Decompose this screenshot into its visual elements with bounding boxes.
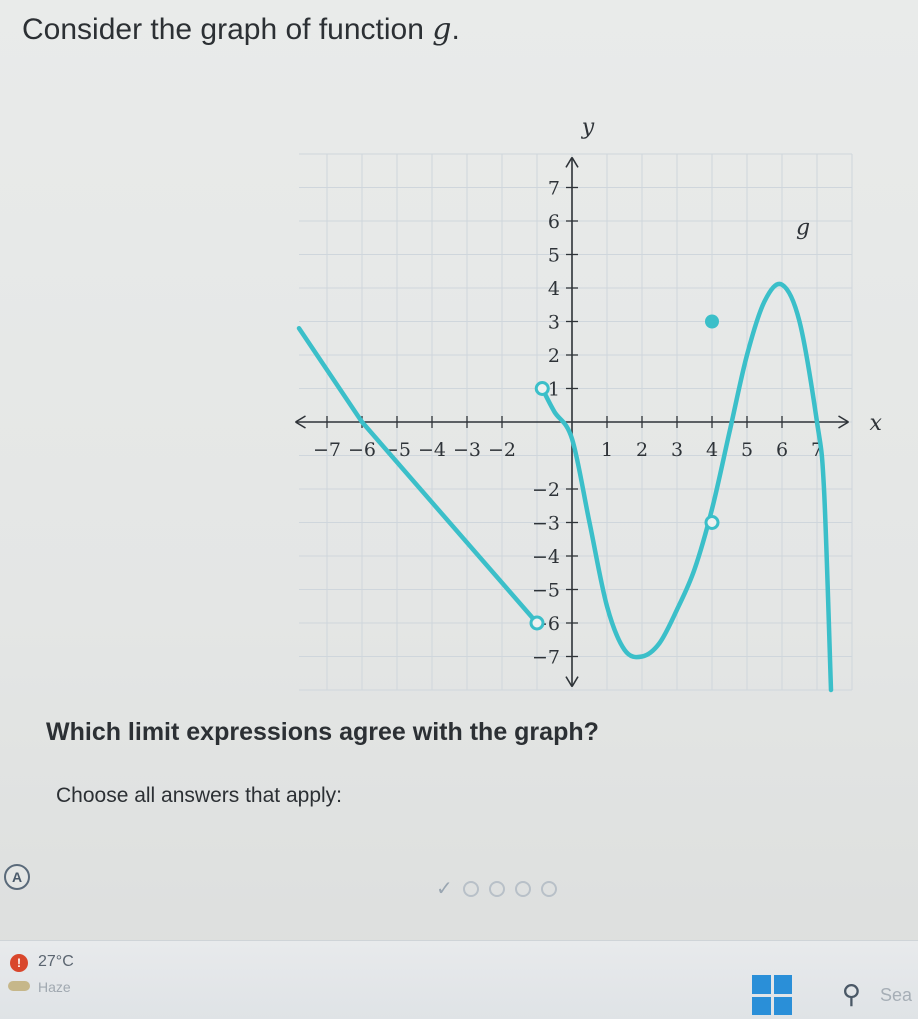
y-tick-label: 2 (548, 345, 560, 367)
weather-alert-icon[interactable]: ! (10, 954, 28, 972)
windows-start-icon[interactable] (752, 975, 792, 1015)
x-tick-label: 1 (601, 439, 613, 461)
x-axis-label: x (870, 411, 883, 436)
function-curve (296, 325, 540, 626)
check-icon: ✓ (436, 878, 453, 900)
search-icon[interactable]: ⚲ (842, 979, 861, 1010)
x-tick-label: −7 (313, 439, 341, 461)
open-point (704, 515, 720, 530)
open-point (529, 615, 545, 631)
y-tick-label: −5 (532, 580, 560, 602)
y-axis-label: y (581, 115, 595, 140)
closed-point (705, 314, 719, 329)
x-tick-label: −3 (453, 439, 481, 461)
y-tick-label: −2 (532, 479, 560, 501)
choice-a-radio[interactable]: A (4, 864, 30, 890)
function-curve (540, 281, 834, 693)
weather-temp[interactable]: 27°C (38, 953, 74, 971)
progress-dot (540, 880, 557, 897)
taskbar-search[interactable]: Sea (880, 985, 912, 1006)
progress-dot (488, 880, 505, 897)
x-tick-label: 6 (776, 439, 788, 461)
progress-indicator: ✓ (436, 876, 557, 901)
y-tick-label: −7 (532, 647, 560, 669)
y-tick-label: 3 (548, 312, 560, 334)
y-tick-label: 1 (548, 379, 560, 401)
choice-a-label: A (11, 869, 23, 885)
x-tick-label: 2 (636, 439, 648, 461)
weather-desc[interactable]: Haze (38, 979, 71, 995)
function-label: g (796, 215, 810, 240)
progress-dot (462, 880, 479, 897)
y-tick-label: 7 (548, 178, 560, 200)
answer-instruction: Choose all answers that apply: (56, 784, 342, 807)
open-point (534, 381, 550, 396)
x-tick-label: 4 (706, 439, 718, 461)
y-tick-label: 4 (548, 278, 560, 300)
taskbar: ! 27°C Haze ⚲ Sea (0, 940, 918, 1019)
x-tick-label: 3 (671, 439, 683, 461)
y-tick-label: −3 (532, 513, 560, 535)
haze-icon (8, 981, 30, 991)
question-prompt: Which limit expressions agree with the g… (46, 718, 599, 746)
y-tick-label: −4 (532, 546, 560, 568)
y-tick-label: 6 (548, 211, 560, 233)
x-tick-label: −2 (488, 439, 516, 461)
function-graph: −7 −6 −5 −4 −3 −2 1 2 3 4 5 6 77654321−2−3−4−5−6−7xy… (295, 115, 883, 693)
y-tick-label: 5 (548, 245, 560, 267)
x-tick-label: −6 (348, 439, 376, 461)
progress-dot (514, 880, 531, 897)
x-tick-label: −4 (418, 439, 446, 461)
x-tick-label: 5 (741, 439, 753, 461)
